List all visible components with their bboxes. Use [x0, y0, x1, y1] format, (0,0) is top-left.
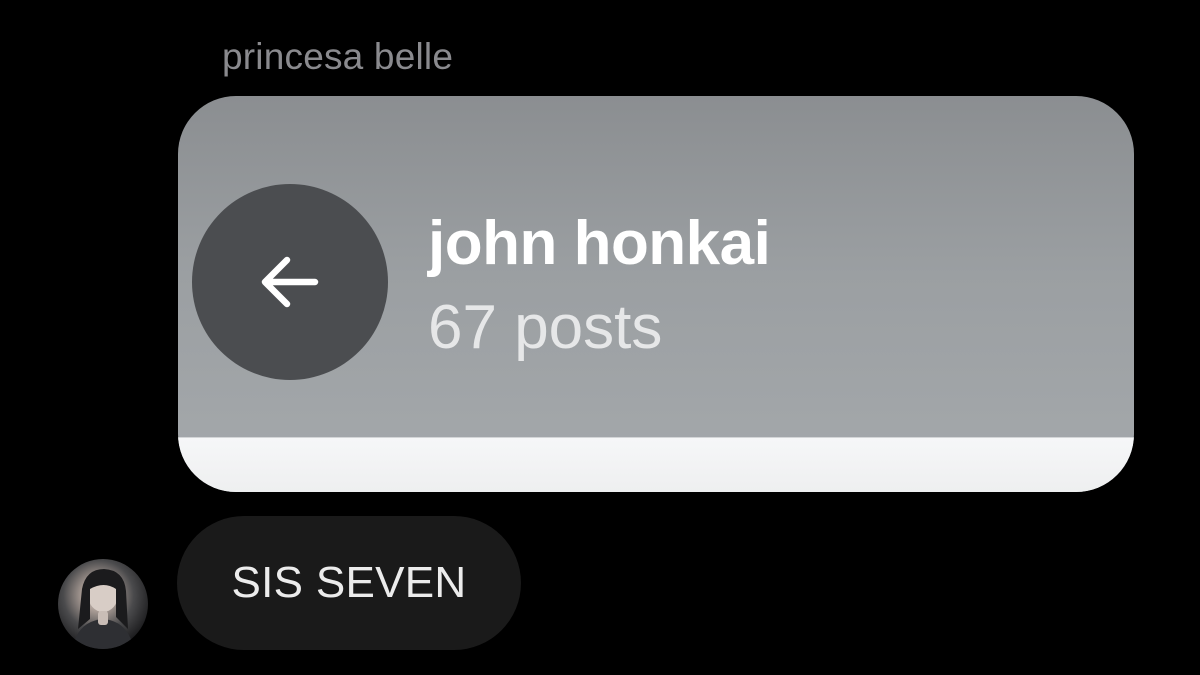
- card-footer: [178, 437, 1134, 492]
- profile-display-name: john honkai: [428, 209, 771, 278]
- arrow-left-icon: [261, 256, 319, 308]
- post-count-unit: posts: [514, 293, 663, 362]
- profile-post-count: 67 posts: [428, 292, 662, 363]
- chat-thread: princesa belle john honkai 67 posts SIS …: [0, 0, 1200, 675]
- back-button[interactable]: [192, 184, 388, 380]
- message-text: SIS SEVEN: [231, 558, 467, 607]
- avatar-portrait-icon: [72, 569, 134, 649]
- sender-name: princesa belle: [222, 36, 454, 77]
- message-bubble[interactable]: SIS SEVEN: [177, 516, 521, 650]
- user-avatar[interactable]: [58, 559, 148, 649]
- shared-profile-card[interactable]: john honkai 67 posts: [178, 96, 1134, 492]
- post-count-value: 67: [428, 293, 497, 362]
